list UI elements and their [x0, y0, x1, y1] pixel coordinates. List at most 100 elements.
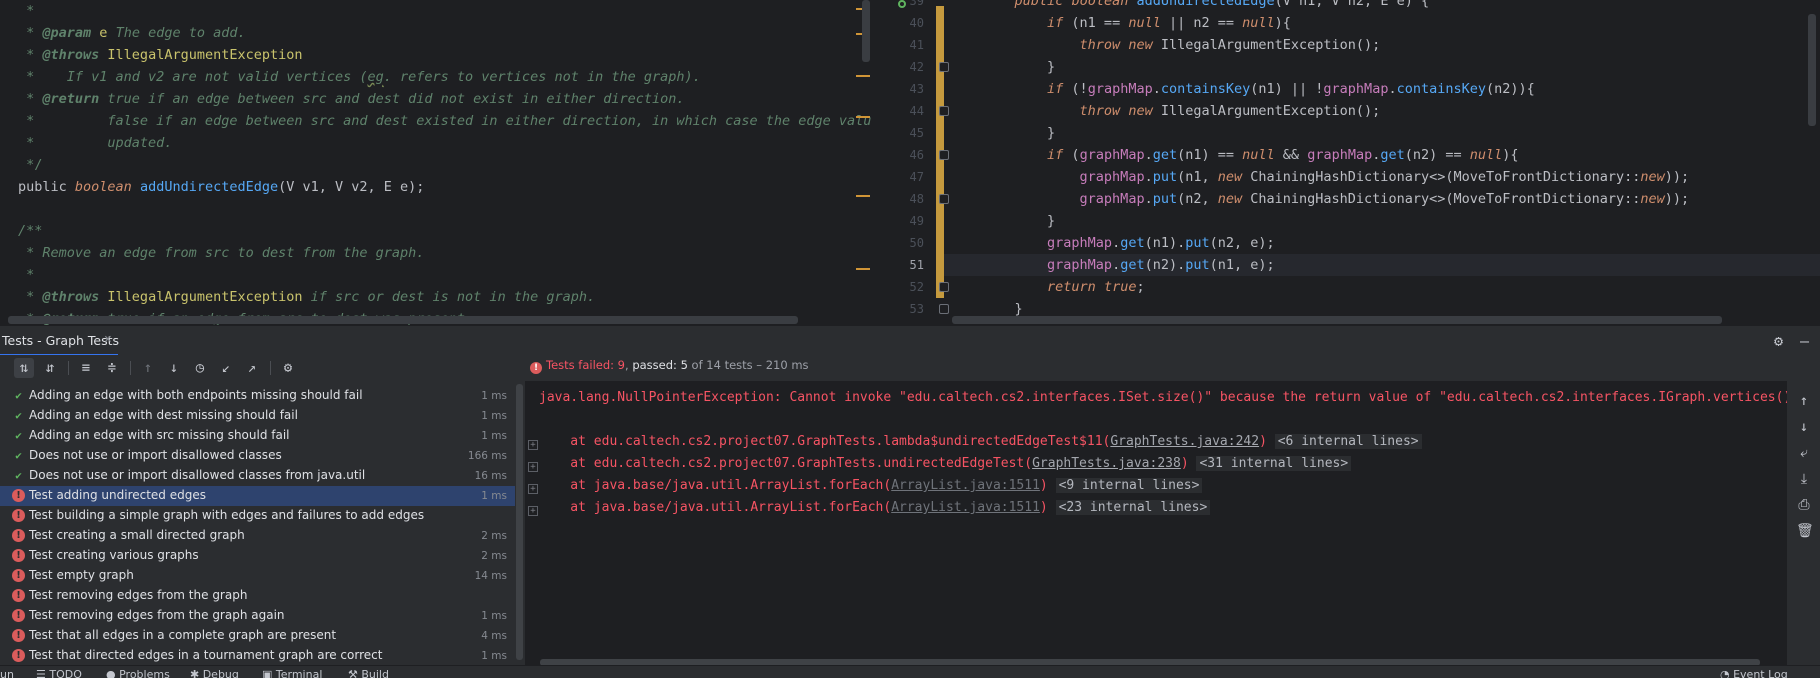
sort-by-duration-button[interactable]: ⇵ [40, 358, 60, 378]
expand-frame-icon[interactable]: + [528, 484, 538, 494]
interface-editor[interactable]: * * @param e The edge to add. * @throws … [0, 0, 872, 325]
stack-frame: at java.base/java.util.ArrayList.forEach… [539, 478, 1203, 493]
right-editor-horizontal-scrollbar[interactable] [952, 316, 1722, 324]
left-editor-vertical-scrollbar[interactable] [862, 0, 870, 62]
test-tree-row[interactable]: ✔ Adding an edge with dest missing should… [0, 406, 515, 426]
test-output-console[interactable]: java.lang.NullPointerException: Cannot i… [525, 381, 1787, 665]
stack-frame-link[interactable]: GraphTests.java:238 [1032, 456, 1181, 471]
internal-lines-folding[interactable]: <9 internal lines> [1055, 478, 1203, 493]
test-history-button[interactable]: ◷ [190, 358, 210, 378]
stack-frame-link[interactable]: GraphTests.java:242 [1110, 434, 1259, 449]
error-icon: ! [12, 549, 25, 562]
code-token: . [1112, 257, 1121, 273]
code-token: . [1144, 169, 1153, 185]
code-token: null [1242, 15, 1275, 31]
code-token: true if an edge between src and dest did… [99, 91, 685, 107]
internal-lines-folding[interactable]: <6 internal lines> [1274, 434, 1422, 449]
test-tree-row[interactable]: ! Test creating a small directed graph 2 m… [0, 526, 515, 546]
scroll-down-button[interactable]: ↓ [1796, 419, 1812, 437]
test-duration: 1 ms [481, 610, 507, 622]
code-token: @throws [42, 289, 100, 305]
code-token: (n2, e); [1209, 235, 1275, 251]
export-tests-button[interactable]: ↗ [242, 358, 262, 378]
terminal-tab[interactable]: ▣ Terminal [262, 668, 322, 678]
internal-lines-folding[interactable]: <31 internal lines> [1196, 456, 1352, 471]
internal-lines-folding[interactable]: <23 internal lines> [1055, 500, 1211, 515]
run-tab[interactable]: un [0, 668, 14, 678]
error-icon: ! [12, 649, 25, 662]
expand-frame-icon[interactable]: + [528, 506, 538, 516]
clear-all-button[interactable]: 🗑 [1796, 523, 1814, 541]
code-line: graphMap.put(n1, new ChainingHashDiction… [982, 166, 1690, 188]
code-token: ){ [1502, 147, 1519, 163]
code-token: e [91, 25, 108, 41]
test-tree-row[interactable]: ✔ Adding an edge with both endpoints miss… [0, 386, 515, 406]
fold-icon[interactable] [939, 194, 949, 204]
scroll-up-button[interactable]: ↑ [1796, 393, 1812, 411]
fold-icon[interactable] [939, 282, 949, 292]
gear-icon[interactable]: ⚙ [1774, 332, 1783, 350]
stack-frame-suffix: ) [1180, 456, 1189, 471]
debug-tab[interactable]: ✱ Debug [190, 668, 239, 678]
right-editor-vertical-scrollbar[interactable] [1808, 14, 1816, 126]
fold-icon[interactable] [939, 304, 949, 314]
code-token: graphMap [1079, 169, 1145, 185]
error-icon: ! [12, 509, 25, 522]
test-settings-button[interactable]: ⚙ [278, 358, 298, 378]
code-token: put [1185, 257, 1210, 273]
print-button[interactable]: ⎙ [1796, 497, 1812, 515]
event-log-tab[interactable]: ◔ Event Log [1720, 668, 1788, 678]
test-tree-row[interactable]: ! Test removing edges from the graph agai… [0, 606, 515, 626]
fold-icon[interactable] [939, 62, 949, 72]
stack-frame-link[interactable]: ArrayList.java:1511 [891, 478, 1040, 493]
stack-frame-link[interactable]: ArrayList.java:1511 [891, 500, 1040, 515]
test-tree-row[interactable]: ! Test adding undirected edges 1 ms [0, 486, 515, 506]
sort-alphabetically-button[interactable]: ⇅ [14, 358, 34, 378]
minimize-icon[interactable]: — [1800, 332, 1809, 350]
expand-all-button[interactable]: ≡ [76, 358, 96, 378]
test-results-tree[interactable]: ✔ Adding an edge with both endpoints miss… [0, 381, 515, 665]
test-tree-scrollbar[interactable] [516, 384, 523, 660]
test-tree-row[interactable]: ✔ Does not use or import disallowed class… [0, 466, 515, 486]
test-tree-row[interactable]: ! Test that all edges in a complete graph… [0, 626, 515, 646]
build-tab[interactable]: ⚒ Build [348, 668, 389, 678]
code-token: null [1128, 15, 1161, 31]
test-tree-row[interactable]: ! Test building a simple graph with edges… [0, 506, 515, 526]
fold-icon[interactable] [939, 150, 949, 160]
next-failed-button[interactable]: ↓ [164, 358, 184, 378]
expand-frame-icon[interactable]: + [528, 440, 538, 450]
expand-frame-icon[interactable]: + [528, 462, 538, 472]
left-editor-horizontal-scrollbar[interactable] [8, 316, 798, 324]
previous-failed-button[interactable]: ↑ [138, 358, 158, 378]
test-tree-row[interactable]: ! Test that directed edges in a tournamen… [0, 646, 515, 665]
code-token: @throws [42, 47, 100, 63]
scroll-to-end-button[interactable]: ⤓ [1796, 471, 1812, 489]
code-token: if [1047, 81, 1064, 97]
collapse-all-button[interactable]: ≑ [102, 358, 122, 378]
code-token: null [1469, 147, 1503, 163]
todo-tab[interactable]: ☰ TODO [36, 668, 82, 678]
code-token: */ [18, 157, 43, 173]
tool-tab-title[interactable]: Tests - Graph Tests [2, 333, 119, 348]
code-line: * Remove an edge from src to dest from t… [18, 242, 424, 264]
test-name: Adding an edge with both endpoints missi… [29, 388, 363, 402]
implementation-editor[interactable]: 39 public boolean addUndirectedEdge(V n1… [872, 0, 1820, 325]
code-token: * [18, 289, 43, 305]
test-tree-row[interactable]: ! Test empty graph 14 ms [0, 566, 515, 586]
test-tree-row[interactable]: ✔ Adding an edge with src missing should … [0, 426, 515, 446]
close-tab-icon[interactable]: × [104, 332, 112, 347]
test-tree-row[interactable]: ! Test creating various graphs 2 ms [0, 546, 515, 566]
test-tree-row[interactable]: ! Test removing edges from the graph [0, 586, 515, 606]
fold-icon[interactable] [939, 106, 949, 116]
test-tree-row[interactable]: ✔ Does not use or import disallowed class… [0, 446, 515, 466]
code-token: . [1112, 235, 1121, 251]
code-line: throw new IllegalArgumentException(); [982, 34, 1381, 56]
problems-tab[interactable]: ● Problems [106, 668, 170, 678]
soft-wrap-button[interactable]: ⤶ [1796, 445, 1812, 463]
code-token: (n2, [1177, 191, 1218, 207]
import-tests-button[interactable]: ↙ [216, 358, 236, 378]
line-number: 39 [909, 0, 924, 8]
test-runner-toolbar: ⇅ ⇵ ≡ ≑ ↑ ↓ ◷ ↙ ↗ ⚙ [0, 355, 525, 381]
